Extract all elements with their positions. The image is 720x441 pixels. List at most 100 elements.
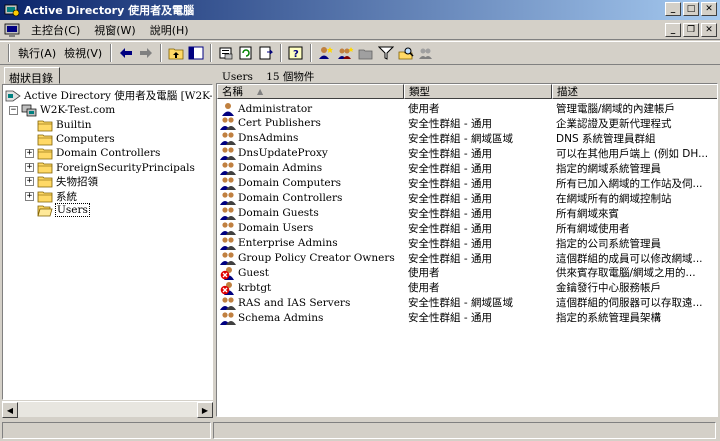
minimize-button[interactable]: _ [665, 2, 681, 16]
folder-icon [37, 162, 53, 174]
cell-name: Enterprise Admins [220, 236, 404, 251]
object-name: Enterprise Admins [238, 237, 338, 250]
ad-app-icon [4, 4, 20, 17]
object-name: Schema Admins [238, 311, 324, 324]
table-row[interactable]: RAS and IAS Servers 安全性群組 - 網域區域 這個群組的伺服器可… [217, 295, 717, 310]
new-ou-icon[interactable] [357, 44, 375, 62]
svg-text:?: ? [293, 49, 299, 60]
table-row[interactable]: DnsUpdateProxy 安全性群組 - 通用 可以在其他用戶端上 (例如 DH… [217, 146, 717, 161]
up-folder-icon[interactable] [167, 44, 185, 62]
expand-expander[interactable]: + [25, 191, 34, 201]
tree-item[interactable]: + Domain Controllers [25, 146, 160, 160]
help-icon[interactable]: ? [287, 44, 305, 62]
table-row[interactable]: Enterprise Admins 安全性群組 - 通用 指定的公司系統管理員 [217, 236, 717, 251]
tree-item[interactable]: Computers [25, 132, 115, 146]
collapse-expander[interactable]: − [9, 105, 18, 115]
table-row[interactable]: Schema Admins 安全性群組 - 通用 指定的系統管理員架構 [217, 310, 717, 325]
filter-icon[interactable] [377, 44, 395, 62]
tree-item[interactable]: + 系統 [25, 189, 77, 203]
table-row[interactable]: Cert Publishers 安全性群組 - 通用 企業認證及更新代理程式 [217, 116, 717, 131]
folder-icon [37, 191, 53, 202]
cell-description: 指定的公司系統管理員 [556, 237, 661, 250]
table-row[interactable]: Domain Guests 安全性群組 - 通用 所有網域來賓 [217, 206, 717, 221]
new-group-icon[interactable] [337, 44, 355, 62]
tree-item-label: Users [55, 203, 90, 218]
table-row[interactable]: Domain Admins 安全性群組 - 通用 指定的網域系統管理員 [217, 161, 717, 176]
group-icon [220, 117, 236, 131]
column-header-name[interactable]: 名稱 ▲ [217, 84, 404, 99]
back-icon[interactable] [117, 44, 135, 62]
table-row[interactable]: Administrator 使用者 管理電腦/網域的內建帳戶 [217, 101, 717, 116]
expand-expander[interactable]: + [25, 177, 34, 187]
tree-item[interactable]: + 失物招領 [25, 175, 98, 189]
refresh-icon[interactable] [237, 44, 255, 62]
menu-help[interactable]: 說明(H) [143, 21, 196, 39]
scroll-right-button[interactable]: ▶ [197, 402, 213, 418]
cell-type: 安全性群組 - 通用 [408, 147, 492, 160]
tree-item[interactable]: Users [25, 203, 90, 218]
tab-tree[interactable]: 樹狀目錄 [4, 67, 60, 85]
cell-name: Domain Admins [220, 161, 404, 176]
object-list[interactable]: 名稱 ▲ 類型 描述 Administrator 使用者 管理電腦/網域的內建帳戶 C… [216, 83, 718, 417]
tree-item[interactable]: Builtin [25, 118, 92, 132]
tree-horizontal-scrollbar[interactable]: ◀ ▶ [2, 401, 213, 418]
tree-item-root[interactable]: Active Directory 使用者及電腦 [W2K-doms [5, 88, 212, 102]
tree-item[interactable]: + ForeignSecurityPrincipals [25, 161, 195, 175]
toolbar-separator [310, 44, 313, 62]
table-row[interactable]: Domain Users 安全性群組 - 通用 所有網域使用者 [217, 221, 717, 236]
cell-type: 安全性群組 - 通用 [408, 312, 492, 325]
toolbar-separator [280, 44, 283, 62]
cell-type: 安全性群組 - 網域區域 [408, 297, 513, 310]
export-list-icon[interactable] [257, 44, 275, 62]
table-row[interactable]: Domain Computers 安全性群組 - 通用 所有已加入網域的工作站及伺.… [217, 176, 717, 191]
menu-window[interactable]: 視窗(W) [87, 21, 142, 39]
mdi-close-button[interactable]: ✕ [701, 23, 717, 37]
table-row[interactable]: Guest 使用者 供來賓存取電腦/網域之用的... [217, 265, 717, 280]
column-header-type[interactable]: 類型 [404, 84, 552, 99]
expand-expander[interactable]: + [25, 148, 34, 158]
maximize-button[interactable]: □ [683, 2, 699, 16]
tree-view[interactable]: Active Directory 使用者及電腦 [W2K-doms − W2K-… [2, 84, 213, 400]
cell-type: 安全性群組 - 通用 [408, 237, 492, 250]
group-icon [220, 147, 236, 161]
object-count-label: 15 個物件 [266, 71, 315, 83]
group-icon [220, 252, 236, 265]
tree-item-label: Domain Controllers [56, 147, 161, 160]
cell-name: Cert Publishers [220, 116, 404, 131]
cell-type: 使用者 [408, 282, 440, 295]
table-row[interactable]: Group Policy Creator Owners 安全性群組 - 通用 這個群… [217, 251, 717, 266]
cell-name: RAS and IAS Servers [220, 295, 404, 310]
cell-description: 管理電腦/網域的內建帳戶 [556, 103, 676, 115]
toolbar-separator [160, 44, 163, 62]
cell-name: Administrator [220, 101, 404, 116]
object-name: Domain Admins [238, 162, 323, 175]
add-to-group-icon[interactable] [417, 44, 435, 62]
properties-icon[interactable] [217, 44, 235, 62]
close-button[interactable]: ✕ [701, 2, 717, 16]
menu-console[interactable]: 主控台(C) [24, 21, 87, 39]
mdi-restore-button[interactable]: ❐ [683, 23, 699, 37]
find-icon[interactable] [397, 44, 415, 62]
expand-expander[interactable]: + [25, 163, 34, 173]
new-user-icon[interactable] [317, 44, 335, 62]
action-menu-button[interactable]: 執行(A) [14, 43, 60, 63]
view-menu-button[interactable]: 檢視(V) [60, 43, 106, 63]
tree-item-label: 失物招領 [56, 176, 98, 189]
cell-type: 安全性群組 - 通用 [408, 192, 492, 205]
object-name: Domain Guests [238, 207, 319, 220]
show-tree-icon[interactable] [187, 44, 205, 62]
mdi-minimize-button[interactable]: _ [665, 23, 681, 37]
column-header-description[interactable]: 描述 [552, 84, 717, 99]
console-icon[interactable] [4, 22, 20, 38]
group-icon [220, 162, 236, 176]
forward-icon[interactable] [137, 44, 155, 62]
table-row[interactable]: DnsAdmins 安全性群組 - 網域區域 DNS 系統管理員群組 [217, 131, 717, 146]
cell-description: 企業認證及更新代理程式 [556, 117, 672, 130]
object-name: Cert Publishers [238, 117, 321, 130]
status-panel [2, 422, 212, 439]
details-pane: Users 15 個物件 名稱 ▲ 類型 描述 Administrator 使用者… [216, 67, 718, 417]
table-row[interactable]: krbtgt 使用者 金鑰發行中心服務帳戶 [217, 280, 717, 295]
scroll-left-button[interactable]: ◀ [2, 402, 18, 418]
table-row[interactable]: Domain Controllers 安全性群組 - 通用 在網域所有的網域控制站 [217, 191, 717, 206]
tree-item-domain[interactable]: − W2K-Test.com [9, 103, 115, 117]
